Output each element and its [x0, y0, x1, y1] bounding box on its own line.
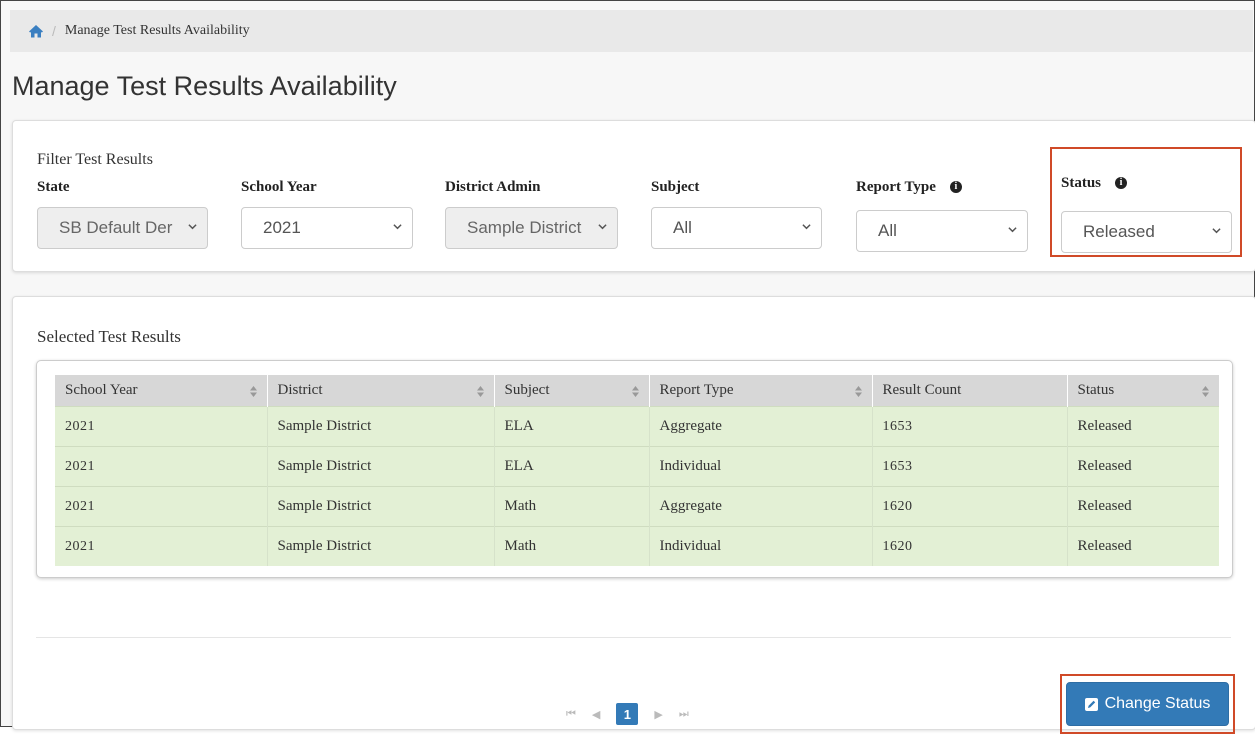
state-filter: State SB Default Der: [37, 177, 208, 249]
school-year-filter: School Year 2021: [241, 177, 413, 249]
report-type-select[interactable]: All: [856, 210, 1028, 252]
report-type-filter: Report Type i All: [856, 177, 1028, 252]
column-header-report-type[interactable]: Report Type: [649, 375, 873, 407]
status-value: Released: [1083, 222, 1155, 241]
filter-heading: Filter Test Results: [37, 151, 153, 168]
cell-result-count: 1620: [872, 486, 1068, 527]
status-label: Status: [1061, 174, 1102, 191]
state-label: State: [37, 178, 70, 195]
state-value: SB Default Der: [59, 218, 173, 237]
cell-report-type: Individual: [649, 526, 873, 566]
breadcrumb-current: Manage Test Results Availability: [64, 23, 250, 38]
cell-subject: Math: [494, 486, 650, 527]
district-admin-label: District Admin: [445, 178, 541, 195]
sort-icon: [854, 386, 862, 397]
district-admin-select: Sample District: [445, 207, 618, 249]
column-header-result-count[interactable]: Result Count: [872, 375, 1068, 407]
results-table: School Year District Subject Report Type…: [55, 375, 1219, 566]
subject-select[interactable]: All: [651, 207, 822, 249]
last-page-icon[interactable]: ⏭: [679, 708, 689, 721]
prev-page-icon[interactable]: ◀: [592, 708, 600, 721]
cell-status: Released: [1067, 526, 1219, 566]
cell-result-count: 1620: [872, 526, 1068, 566]
divider: [36, 637, 1231, 638]
cell-school-year: 2021: [55, 406, 268, 447]
sort-icon: [249, 386, 257, 397]
cell-school-year: 2021: [55, 526, 268, 566]
report-type-value: All: [878, 221, 897, 240]
table-row[interactable]: 2021 Sample District Math Aggregate 1620…: [55, 486, 1219, 527]
page-title: Manage Test Results Availability: [12, 71, 397, 101]
district-admin-value: Sample District: [467, 218, 582, 237]
table-row[interactable]: 2021 Sample District ELA Aggregate 1653 …: [55, 406, 1219, 447]
chevron-down-icon: [802, 224, 811, 230]
page-1-button[interactable]: 1: [616, 703, 639, 725]
cell-result-count: 1653: [872, 406, 1068, 447]
cell-subject: Math: [494, 526, 650, 566]
cell-report-type: Aggregate: [649, 406, 873, 447]
cell-report-type: Individual: [649, 446, 873, 487]
pagination: ⏮ ◀ 1 ▶ ⏭: [566, 703, 689, 725]
cell-district: Sample District: [267, 446, 495, 487]
subject-filter: Subject All: [651, 177, 822, 249]
results-heading: Selected Test Results: [37, 327, 181, 346]
sort-icon: [631, 386, 639, 397]
cell-school-year: 2021: [55, 486, 268, 527]
breadcrumb: / Manage Test Results Availability: [10, 10, 1253, 52]
district-admin-filter: District Admin Sample District: [445, 177, 618, 249]
breadcrumb-separator: /: [52, 23, 56, 39]
cell-status: Released: [1067, 406, 1219, 447]
cell-status: Released: [1067, 486, 1219, 527]
cell-subject: ELA: [494, 446, 650, 487]
cell-status: Released: [1067, 446, 1219, 487]
column-header-school-year[interactable]: School Year: [55, 375, 268, 407]
home-icon[interactable]: [28, 23, 44, 39]
cell-school-year: 2021: [55, 446, 268, 487]
table-header-row: School Year District Subject Report Type…: [55, 375, 1219, 407]
table-row[interactable]: 2021 Sample District Math Individual 162…: [55, 526, 1219, 566]
change-status-label: Change Status: [1104, 695, 1211, 712]
change-status-button[interactable]: Change Status: [1066, 682, 1229, 726]
next-page-icon[interactable]: ▶: [654, 708, 662, 721]
sort-icon: [476, 386, 484, 397]
school-year-label: School Year: [241, 178, 317, 195]
edit-icon: [1084, 697, 1098, 711]
report-type-label: Report Type: [856, 178, 936, 195]
app-frame: / Manage Test Results Availability Manag…: [0, 0, 1255, 734]
status-filter: Status i Released: [1061, 173, 1232, 253]
chevron-down-icon: [598, 224, 607, 230]
report-type-label-row: Report Type i: [856, 177, 962, 197]
sort-icon: [1202, 386, 1209, 397]
status-label-row: Status i: [1061, 173, 1128, 193]
cell-subject: ELA: [494, 406, 650, 447]
filter-panel: Filter Test Results State SB Default Der…: [12, 120, 1255, 272]
subject-value: All: [673, 218, 692, 237]
status-select[interactable]: Released: [1061, 211, 1232, 253]
cell-report-type: Aggregate: [649, 486, 873, 527]
cell-district: Sample District: [267, 486, 495, 527]
chevron-down-icon: [393, 224, 402, 230]
school-year-value: 2021: [263, 218, 301, 237]
state-select: SB Default Der: [37, 207, 208, 249]
cell-district: Sample District: [267, 526, 495, 566]
table-row[interactable]: 2021 Sample District ELA Individual 1653…: [55, 446, 1219, 487]
column-header-district[interactable]: District: [267, 375, 495, 407]
school-year-select[interactable]: 2021: [241, 207, 413, 249]
cell-result-count: 1653: [872, 446, 1068, 487]
chevron-down-icon: [1212, 228, 1221, 234]
info-icon[interactable]: i: [949, 181, 962, 193]
subject-label: Subject: [651, 178, 700, 195]
first-page-icon[interactable]: ⏮: [566, 708, 576, 721]
cell-district: Sample District: [267, 406, 495, 447]
column-header-subject[interactable]: Subject: [494, 375, 650, 407]
results-table-container: School Year District Subject Report Type…: [36, 360, 1233, 578]
column-header-status[interactable]: Status: [1067, 375, 1219, 407]
chevron-down-icon: [1008, 227, 1017, 233]
chevron-down-icon: [188, 224, 197, 230]
info-icon[interactable]: i: [1115, 177, 1128, 189]
results-panel: Selected Test Results School Year Distri…: [12, 296, 1255, 734]
